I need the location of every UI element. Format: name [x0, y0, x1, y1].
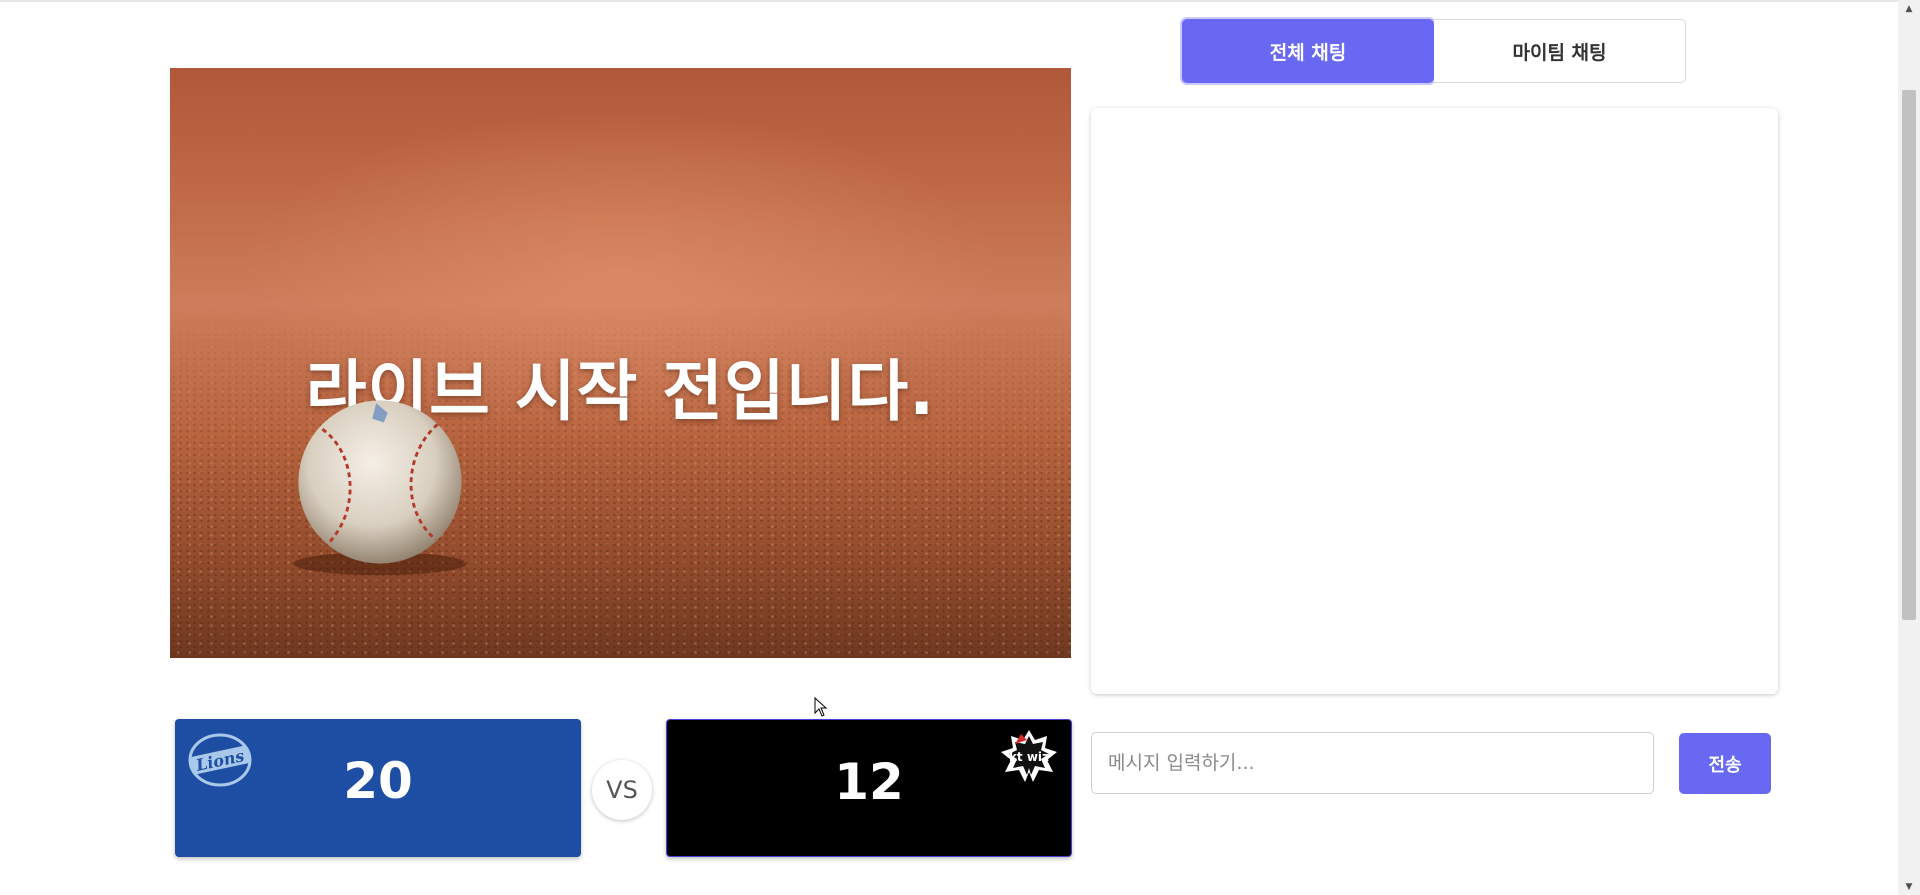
mouse-cursor-icon — [814, 697, 828, 717]
baseball-image — [293, 400, 467, 576]
scroll-thumb[interactable] — [1902, 90, 1916, 620]
send-button[interactable]: 전송 — [1679, 733, 1771, 794]
page-scrollbar[interactable]: ▲ ▼ — [1898, 0, 1920, 895]
tab-my-team-chat[interactable]: 마이팀 채팅 — [1434, 19, 1686, 83]
home-team-card: Lions 20 — [175, 719, 581, 857]
chat-tabs: 전체 채팅 마이팀 채팅 — [1182, 19, 1686, 83]
away-team-score: 12 — [834, 753, 904, 811]
tab-all-chat[interactable]: 전체 채팅 — [1182, 19, 1434, 83]
vs-badge: VS — [592, 760, 652, 820]
scroll-down-arrow-icon[interactable]: ▼ — [1898, 878, 1920, 895]
top-divider — [0, 0, 1898, 2]
live-stream-player[interactable]: 라이브 시작 전입니다. — [170, 68, 1071, 658]
chat-message-list[interactable] — [1091, 108, 1778, 694]
home-team-score: 20 — [343, 752, 413, 810]
scroll-up-arrow-icon[interactable]: ▲ — [1898, 0, 1920, 17]
away-team-card: kt wiz 12 — [666, 719, 1072, 857]
message-input[interactable] — [1091, 732, 1654, 794]
